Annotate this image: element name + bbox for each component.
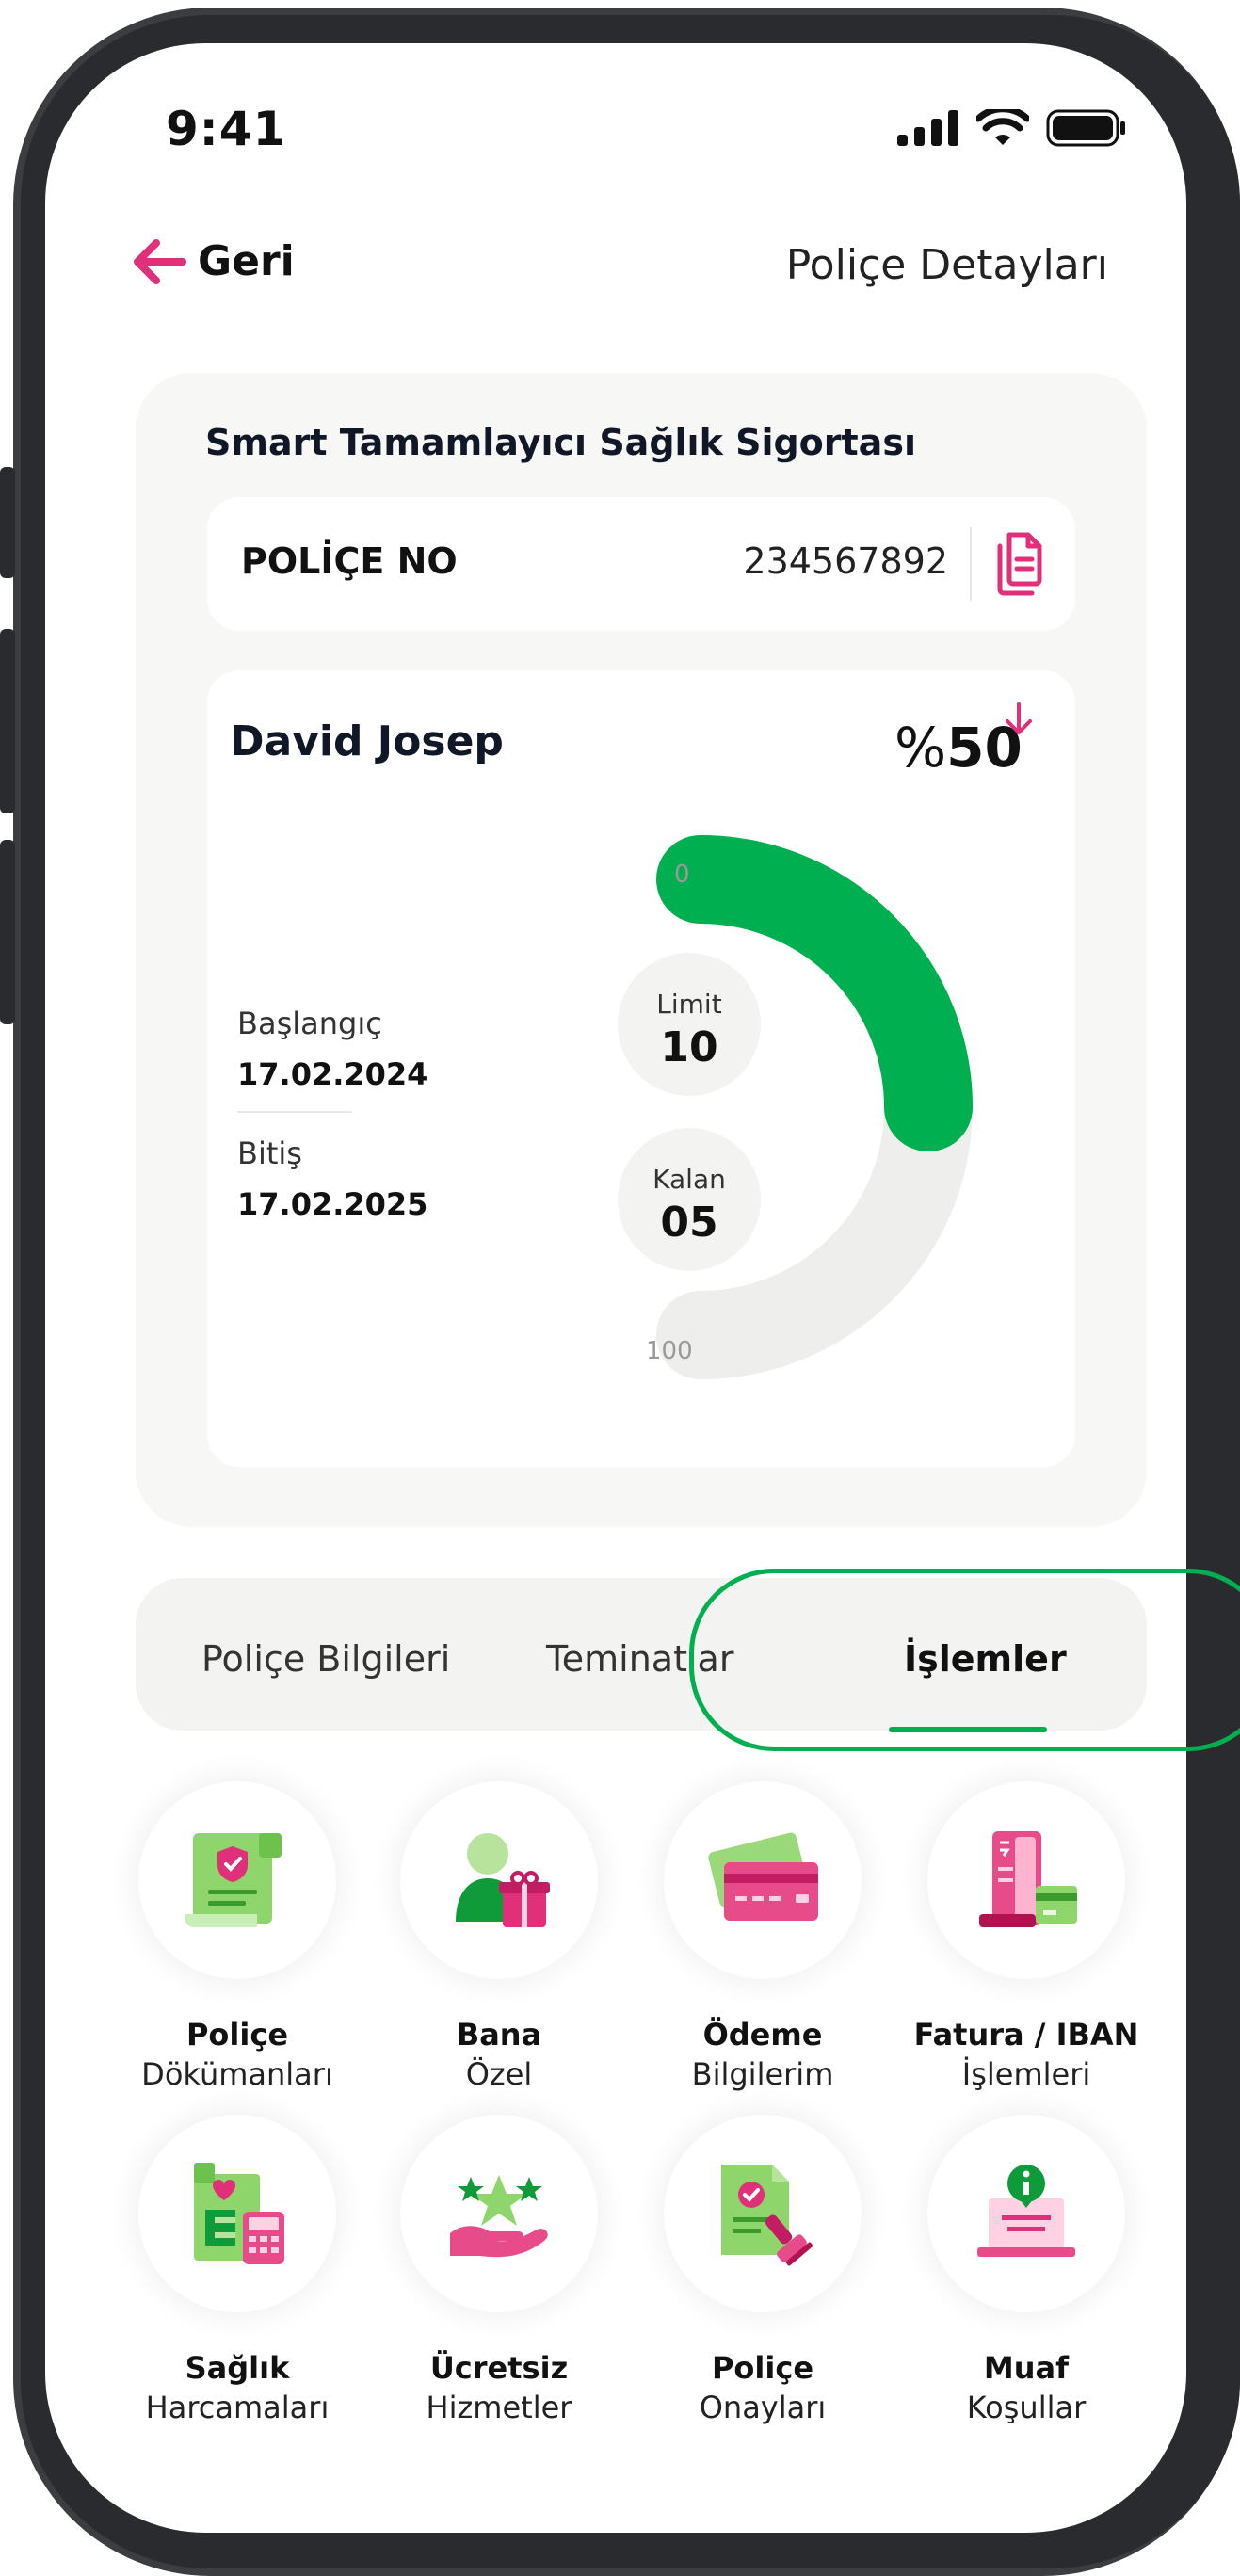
back-arrow-icon (134, 238, 186, 284)
action-title: Ödeme (702, 2017, 823, 2053)
divider (970, 527, 972, 601)
action-bubble (400, 1781, 598, 1979)
wifi-icon (976, 109, 1029, 145)
action-special-for-me[interactable]: Bana Özel (377, 1781, 621, 2092)
action-bubble (664, 2115, 862, 2312)
action-policy-documents[interactable]: Poliçe Dökümanları (115, 1781, 360, 2092)
action-subtitle: İşlemleri (961, 2056, 1091, 2092)
action-subtitle: Onayları (699, 2390, 827, 2425)
action-title: Ücretsiz (429, 2350, 569, 2386)
action-bubble (138, 2115, 336, 2312)
remaining-label: Kalan (652, 1164, 726, 1195)
action-policy-approvals[interactable]: Poliçe Onayları (640, 2115, 885, 2425)
signal-icon (897, 110, 958, 146)
credit-card-icon (708, 1832, 818, 1921)
limit-pill: Limit 10 (618, 953, 761, 1096)
action-subtitle: Özel (465, 2056, 533, 2092)
limit-label: Limit (656, 989, 722, 1020)
gauge-max-label: 100 (646, 1337, 693, 1365)
action-subtitle: Koşullar (966, 2390, 1087, 2425)
action-bubble (664, 1781, 862, 1979)
phone-side-button (0, 467, 15, 578)
action-subtitle: Bilgilerim (691, 2056, 834, 2092)
action-title: Poliçe (711, 2350, 814, 2386)
copy-button[interactable] (987, 529, 1047, 601)
copy-icon (997, 532, 1042, 596)
free-services-icon (450, 2175, 548, 2258)
invoice-icon (979, 1831, 1077, 1927)
action-bubble (927, 1781, 1125, 1979)
action-exemption-conditions[interactable]: Muaf Koşullar (904, 2115, 1149, 2425)
action-subtitle: Dökümanları (141, 2056, 333, 2092)
action-health-expenses[interactable]: Sağlık Harcamaları (115, 2115, 360, 2425)
action-free-services[interactable]: Ücretsiz Hizmetler (377, 2115, 621, 2425)
gift-person-icon (456, 1833, 550, 1927)
action-title: Fatura / IBAN (913, 2017, 1139, 2053)
back-label: Geri (198, 237, 295, 285)
action-payment-info[interactable]: Ödeme Bilgilerim (640, 1781, 885, 2092)
action-title: Poliçe (185, 2017, 289, 2053)
status-time: 9:41 (166, 102, 287, 156)
action-invoice-iban[interactable]: Fatura / IBAN İşlemleri (904, 1781, 1149, 2092)
policy-document-icon (185, 1833, 282, 1928)
tab-policy-info[interactable]: Poliçe Bilgileri (201, 1638, 450, 1680)
gauge-min-label: 0 (674, 861, 690, 889)
action-bubble (927, 2115, 1125, 2312)
phone-side-button (0, 840, 15, 1024)
status-icons (897, 109, 1127, 147)
battery-icon (1046, 109, 1125, 147)
limit-value: 10 (660, 1023, 718, 1071)
product-name: Smart Tamamlayıcı Sağlık Sigortası (205, 422, 916, 463)
action-subtitle: Hizmetler (426, 2390, 572, 2425)
action-bubble (400, 2115, 598, 2312)
exemption-info-icon (977, 2165, 1075, 2257)
back-button[interactable]: Geri (132, 237, 295, 285)
page-title: Poliçe Detayları (785, 241, 1108, 289)
health-expense-icon (194, 2163, 284, 2264)
action-title: Muaf (983, 2350, 1070, 2386)
policy-number-value: 234567892 (743, 540, 948, 582)
action-title: Bana (456, 2017, 542, 2053)
policy-number-label: POLİÇE NO (241, 540, 458, 582)
remaining-value: 05 (660, 1199, 718, 1247)
action-bubble (138, 1781, 336, 1979)
action-subtitle: Harcamaları (145, 2390, 330, 2425)
phone-side-button (0, 629, 15, 813)
action-title: Sağlık (185, 2350, 290, 2386)
policy-approval-icon (721, 2165, 813, 2266)
remaining-pill: Kalan 05 (618, 1128, 761, 1271)
tab-highlight-outline (689, 1569, 1240, 1751)
